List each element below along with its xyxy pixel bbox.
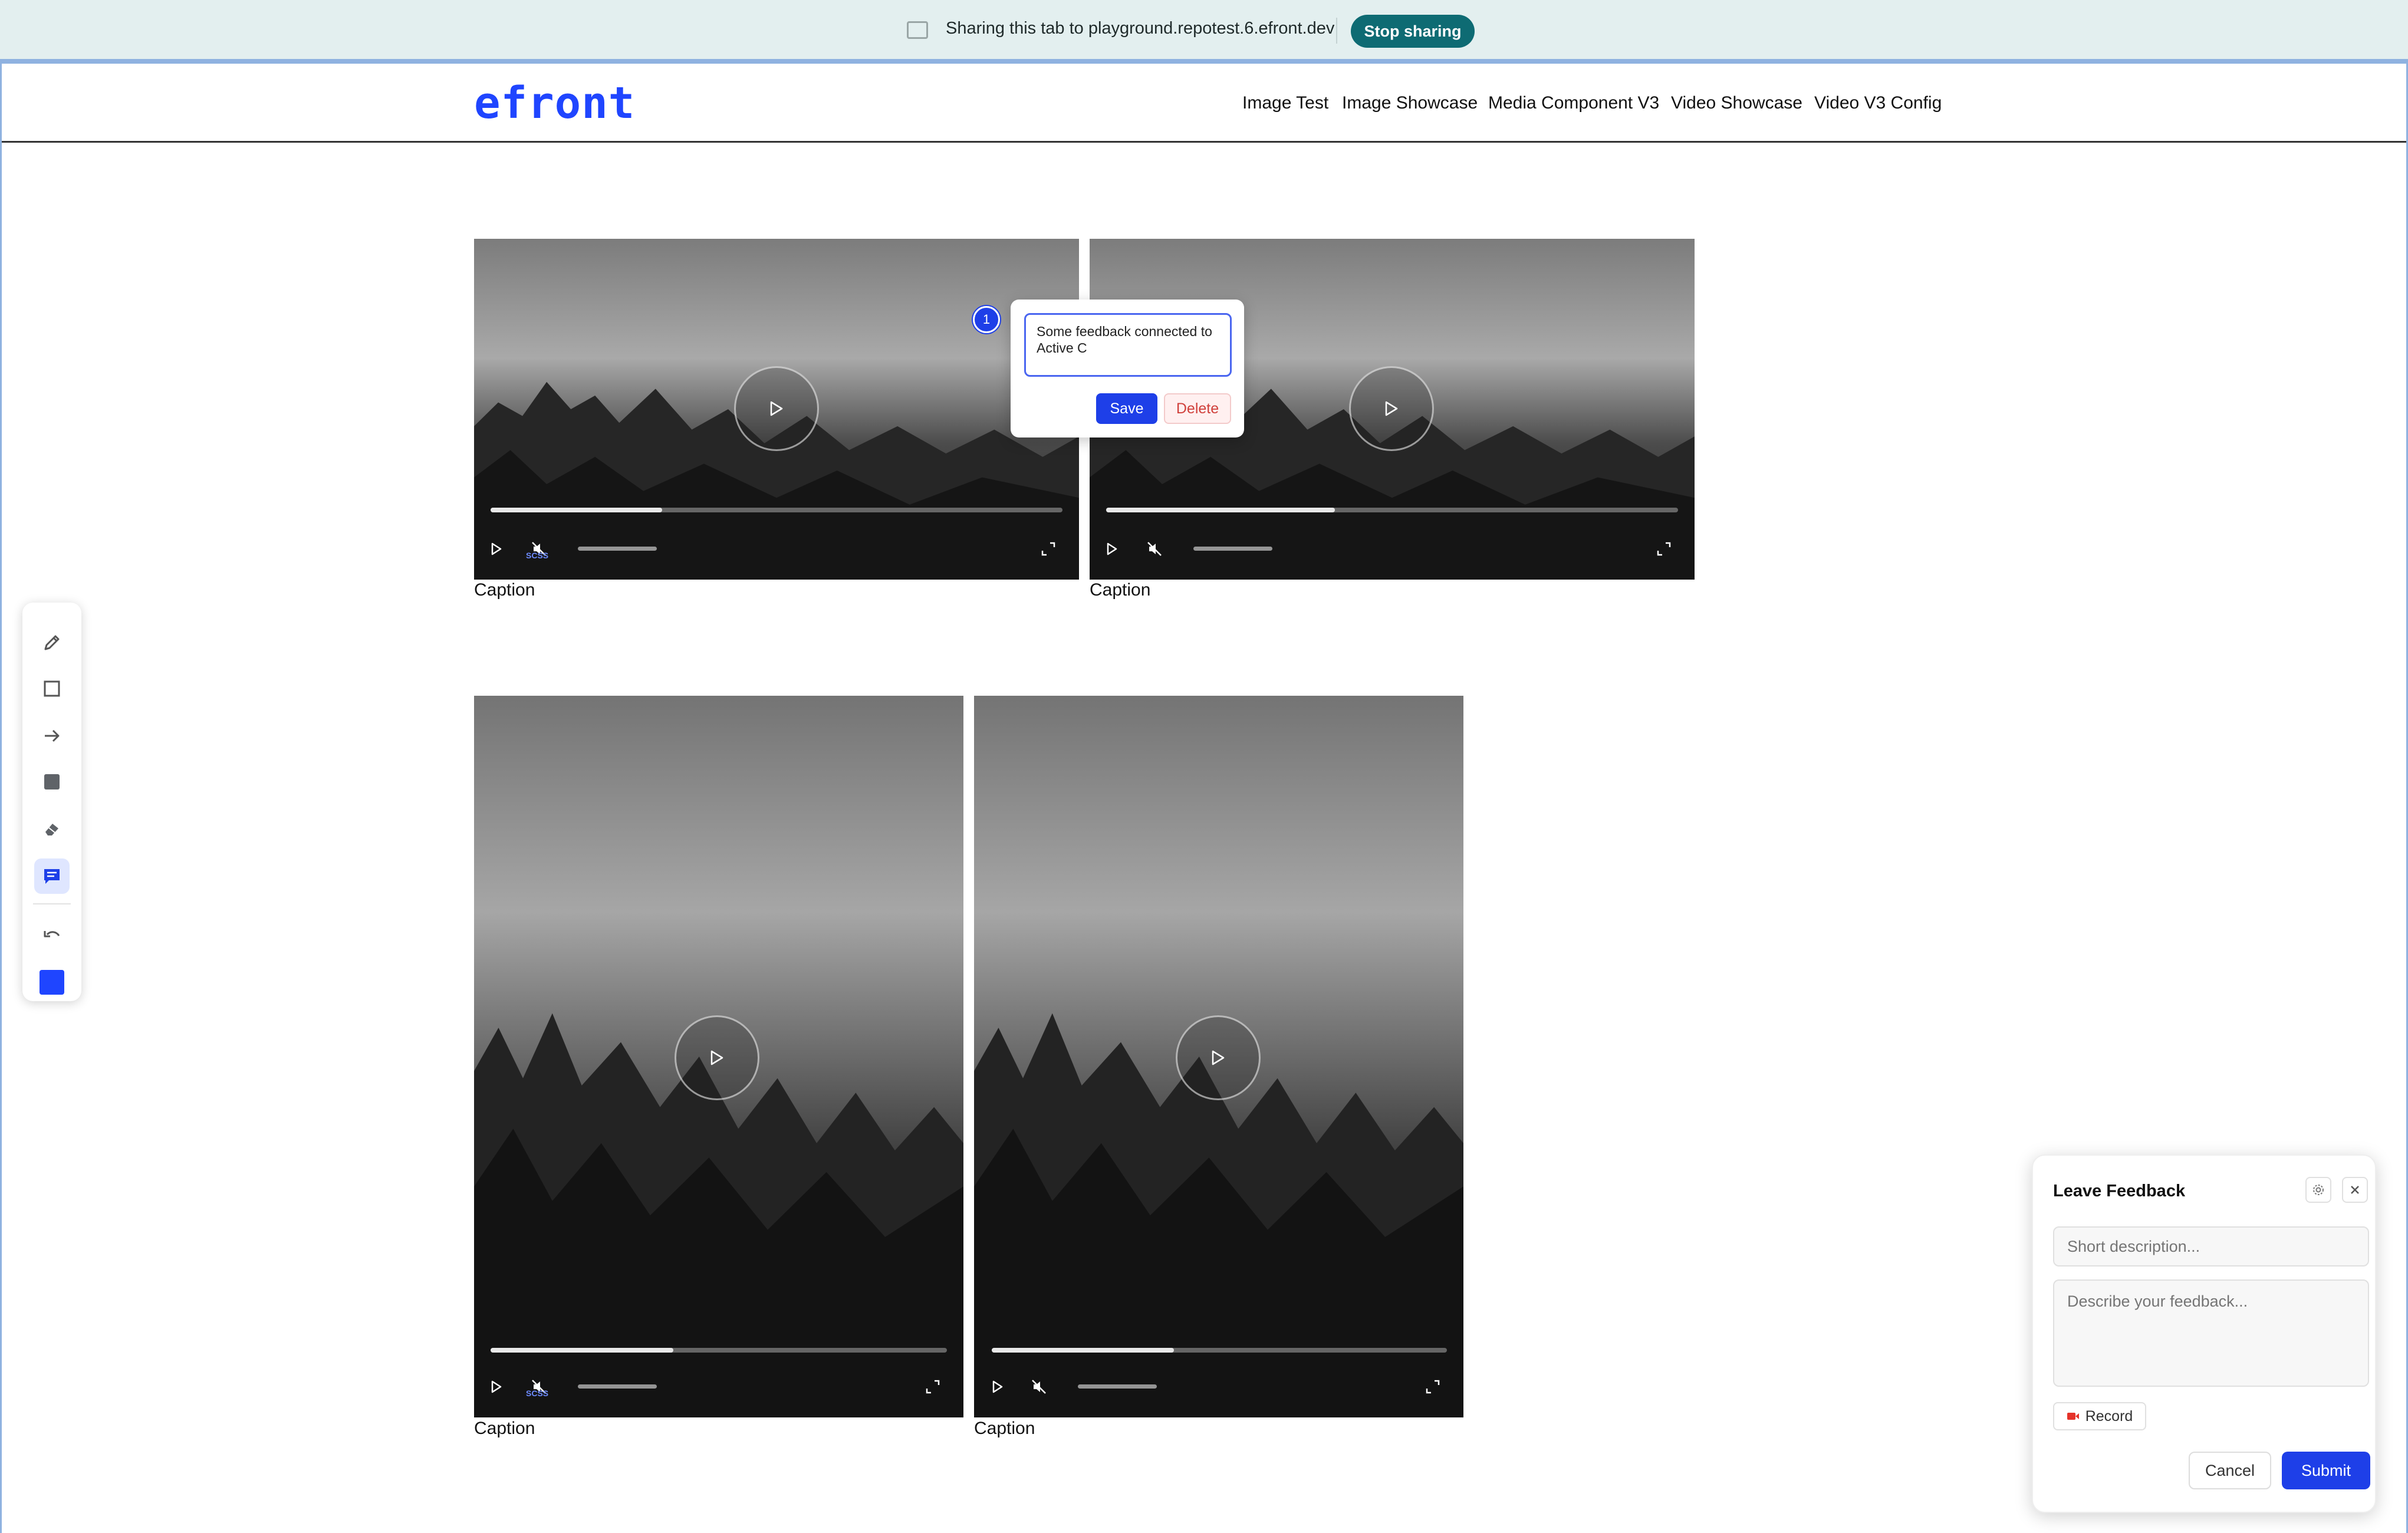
play-icon — [1385, 401, 1398, 416]
center-play-button[interactable] — [734, 366, 819, 451]
stop-sharing-button[interactable]: Stop sharing — [1351, 15, 1475, 48]
pencil-tool-button[interactable] — [34, 625, 70, 660]
eraser-icon — [45, 824, 58, 835]
video-caption: Caption — [474, 1419, 535, 1438]
play-icon — [992, 1380, 1003, 1393]
video-player[interactable]: SCSS — [474, 696, 963, 1417]
cancel-button[interactable]: Cancel — [2189, 1452, 2271, 1489]
gear-icon — [2313, 1185, 2324, 1195]
volume-slider[interactable] — [1193, 547, 1272, 551]
site-header — [2, 64, 2406, 143]
progress-bar[interactable] — [992, 1348, 1447, 1353]
scss-overlay-label: SCSS — [526, 1389, 549, 1398]
fullscreen-icon — [1041, 542, 1055, 556]
submit-button[interactable]: Submit — [2282, 1452, 2370, 1489]
play-button[interactable] — [1100, 537, 1124, 561]
progress-fill — [1106, 508, 1335, 512]
fullscreen-icon — [1426, 1380, 1440, 1394]
mute-button[interactable] — [1027, 1375, 1051, 1399]
arrow-tool-button[interactable] — [34, 718, 70, 754]
play-button[interactable] — [485, 537, 508, 561]
rectangle-icon — [44, 680, 60, 697]
nav-link-media-component-v3[interactable]: Media Component V3 — [1488, 93, 1659, 113]
undo-button[interactable] — [34, 919, 70, 954]
annotation-toolbar — [22, 603, 81, 1001]
video-player[interactable] — [974, 696, 1463, 1417]
filled-rectangle-icon — [44, 774, 60, 789]
video-player[interactable]: SCSS — [474, 239, 1079, 580]
play-button[interactable] — [485, 1375, 508, 1399]
fullscreen-button[interactable] — [1037, 537, 1060, 561]
color-picker-button[interactable] — [34, 965, 70, 1000]
center-play-button[interactable] — [1349, 366, 1434, 451]
feedback-close-button[interactable] — [2342, 1177, 2368, 1203]
site-logo[interactable]: efront — [474, 78, 635, 129]
record-label: Record — [2085, 1407, 2133, 1425]
comment-tool-button[interactable] — [34, 858, 70, 894]
rectangle-tool-button[interactable] — [34, 671, 70, 706]
nav-link-image-test[interactable]: Image Test — [1242, 93, 1328, 113]
feedback-title: Leave Feedback — [2053, 1182, 2186, 1200]
volume-slider[interactable] — [578, 547, 657, 551]
pencil-icon — [44, 635, 60, 650]
play-icon — [491, 542, 502, 555]
play-icon — [491, 1380, 502, 1393]
volume-slider[interactable] — [578, 1384, 657, 1389]
share-divider — [1336, 18, 1337, 44]
fullscreen-button[interactable] — [921, 1375, 945, 1399]
play-icon — [770, 401, 783, 416]
play-icon — [1107, 542, 1117, 555]
comment-icon — [44, 869, 60, 884]
play-button[interactable] — [986, 1375, 1009, 1399]
toolbar-divider — [33, 903, 71, 904]
screen-share-icon — [907, 21, 928, 39]
save-comment-button[interactable]: Save — [1096, 393, 1157, 424]
comment-pin-marker[interactable]: 1 — [973, 306, 1000, 333]
share-status-text: Sharing this tab to playground.repotest.… — [946, 19, 1335, 38]
arrow-icon — [45, 729, 60, 742]
progress-bar[interactable] — [491, 1348, 947, 1353]
short-description-input[interactable] — [2053, 1226, 2369, 1266]
progress-fill — [491, 1348, 673, 1353]
color-swatch — [40, 970, 64, 995]
feedback-description-textarea[interactable] — [2053, 1279, 2369, 1387]
fullscreen-button[interactable] — [1421, 1375, 1445, 1399]
filled-rectangle-tool-button[interactable] — [34, 764, 70, 800]
nav-link-image-showcase[interactable]: Image Showcase — [1342, 93, 1478, 113]
muted-speaker-icon — [1147, 542, 1162, 556]
nav-link-video-showcase[interactable]: Video Showcase — [1671, 93, 1802, 113]
video-caption: Caption — [474, 580, 535, 600]
volume-slider[interactable] — [1078, 1384, 1157, 1389]
delete-comment-button[interactable]: Delete — [1164, 393, 1231, 424]
center-play-button[interactable] — [675, 1015, 759, 1100]
video-caption: Caption — [1090, 580, 1151, 600]
comment-text-input[interactable]: Some feedback connected to Active C — [1024, 313, 1232, 377]
feedback-settings-button[interactable] — [2305, 1177, 2331, 1203]
fullscreen-icon — [1657, 542, 1671, 556]
progress-bar[interactable] — [491, 508, 1062, 512]
video-caption: Caption — [974, 1419, 1035, 1438]
close-icon — [2351, 1186, 2359, 1194]
nav-link-video-v3-config[interactable]: Video V3 Config — [1814, 93, 1942, 113]
play-icon — [710, 1050, 723, 1065]
undo-icon — [44, 931, 60, 937]
play-icon — [1212, 1050, 1225, 1065]
progress-bar[interactable] — [1106, 508, 1678, 512]
muted-speaker-icon — [1032, 1380, 1046, 1394]
progress-fill — [491, 508, 662, 512]
fullscreen-icon — [926, 1380, 940, 1394]
center-play-button[interactable] — [1176, 1015, 1261, 1100]
progress-fill — [992, 1348, 1174, 1353]
video-camera-icon — [2067, 1413, 2079, 1420]
eraser-tool-button[interactable] — [34, 811, 70, 847]
mute-button[interactable] — [1143, 537, 1166, 561]
scss-overlay-label: SCSS — [526, 551, 549, 560]
fullscreen-button[interactable] — [1652, 537, 1676, 561]
record-button[interactable]: Record — [2053, 1402, 2146, 1430]
